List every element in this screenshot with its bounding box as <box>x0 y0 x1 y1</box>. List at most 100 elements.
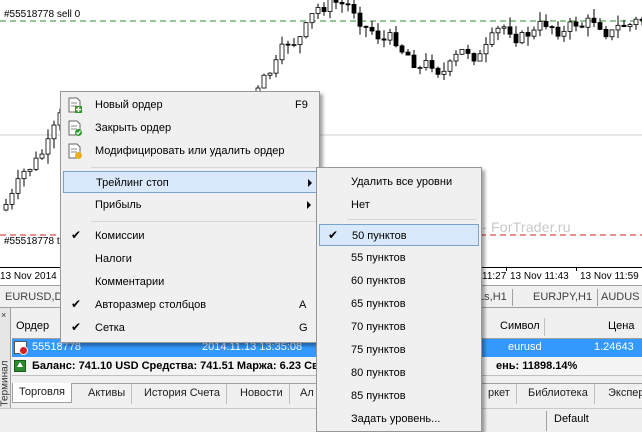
tab-assets[interactable]: Активы <box>82 384 133 404</box>
menu-item-close-order[interactable]: Закрыть ордер <box>63 117 317 139</box>
candle-body <box>27 168 33 172</box>
column-header-symbol[interactable]: Символ <box>500 320 540 332</box>
menu-item-new-order[interactable]: Новый ордер F9 <box>63 94 317 116</box>
menu-item-label: 55 пунктов <box>351 252 406 264</box>
candle-body <box>435 67 441 75</box>
tab-library[interactable]: Библиотека <box>522 384 595 404</box>
menu-item-label: 75 пунктов <box>351 344 406 356</box>
menu-item-label: 65 пунктов <box>351 298 406 310</box>
candle-body <box>633 18 639 26</box>
candle-body <box>615 24 621 31</box>
context-menu: Новый ордер F9 Закрыть ордер Модифициров… <box>60 91 320 343</box>
submenu-arrow-icon <box>307 201 311 209</box>
candle-body <box>51 124 57 140</box>
checkmark-icon: ✔ <box>71 228 82 242</box>
candle-body <box>279 43 285 61</box>
candle-body <box>345 3 351 6</box>
menu-item-label: Нет <box>351 199 370 211</box>
column-header-price[interactable]: Цена <box>608 320 634 332</box>
submenu-item-75[interactable]: 75 пунктов <box>319 339 479 361</box>
menu-item-profit[interactable]: Прибыль <box>63 194 317 216</box>
status-separator <box>546 411 547 431</box>
close-icon[interactable]: × <box>1 310 6 320</box>
chart-tab-eurjpy[interactable]: EURJPY,H1 <box>528 289 599 306</box>
candle-body <box>429 60 435 69</box>
submenu-item-delete-all[interactable]: Удалить все уровни <box>319 171 479 193</box>
menu-item-autosize-columns[interactable]: ✔ Авторазмер столбцов A <box>63 294 317 316</box>
candle-body <box>273 59 279 74</box>
menu-item-label: Удалить все уровни <box>351 176 453 188</box>
menu-item-commissions[interactable]: ✔ Комиссии <box>63 225 317 247</box>
menu-item-trailing-stop[interactable]: Трейлинг стоп <box>63 171 317 193</box>
checkmark-icon: ✔ <box>71 297 82 311</box>
candle-body <box>399 45 405 53</box>
menu-shortcut: F9 <box>295 99 308 111</box>
candle-body <box>315 7 321 14</box>
candle-body <box>453 53 459 62</box>
candle-body <box>3 203 9 211</box>
candle-body <box>45 138 51 155</box>
tab-market[interactable]: ркет <box>482 384 517 404</box>
menu-separator <box>91 221 317 222</box>
candle-body <box>9 192 15 205</box>
menu-item-label: Сетка <box>95 322 125 334</box>
tab-experts[interactable]: Экспер <box>602 384 642 404</box>
candle-body <box>267 72 273 76</box>
candle-body <box>291 44 297 46</box>
submenu-item-50[interactable]: ✔ 50 пунктов <box>319 224 479 246</box>
candle-body <box>39 153 45 159</box>
submenu-arrow-icon <box>308 179 312 187</box>
candle-body <box>387 32 393 41</box>
time-label: 11:27 <box>482 271 507 282</box>
submenu-item-none[interactable]: Нет <box>319 194 479 216</box>
menu-item-label: Трейлинг стоп <box>96 177 169 189</box>
checkmark-icon: ✔ <box>328 228 339 242</box>
candle-body <box>507 26 513 35</box>
candle-body <box>597 22 603 30</box>
menu-item-modify-order[interactable]: Модифицировать или удалить ордер <box>63 140 317 162</box>
candle-body <box>609 29 615 38</box>
menu-item-label: Задать уровень... <box>351 413 441 425</box>
candle-body <box>627 24 633 28</box>
submenu-item-65[interactable]: 65 пунктов <box>319 293 479 315</box>
column-header-order[interactable]: Ордер <box>16 320 49 332</box>
candle-body <box>285 43 291 46</box>
candle-body <box>351 4 357 14</box>
submenu-item-70[interactable]: 70 пунктов <box>319 316 479 338</box>
status-profile: Default <box>554 413 589 425</box>
candle-body <box>33 157 39 170</box>
candle-body <box>417 67 423 69</box>
candle-body <box>297 36 303 45</box>
menu-item-label: 70 пунктов <box>351 321 406 333</box>
submenu-item-85[interactable]: 85 пунктов <box>319 385 479 407</box>
candle-body <box>579 25 585 28</box>
submenu-item-60[interactable]: 60 пунктов <box>319 270 479 292</box>
menu-item-comments[interactable]: Комментарии <box>63 271 317 293</box>
column-separator[interactable] <box>544 318 545 336</box>
candle-body <box>567 21 573 32</box>
candle-body <box>327 0 333 12</box>
time-label: 13 Nov 11:59 <box>580 271 639 282</box>
menu-item-label: 85 пунктов <box>351 390 406 402</box>
chart-tab-audus[interactable]: AUDUS <box>596 289 642 306</box>
menu-item-taxes[interactable]: Налоги <box>63 248 317 270</box>
time-label: 13 Nov 2014 <box>0 271 57 282</box>
balance-icon <box>14 360 26 372</box>
tab-trade[interactable]: Торговля <box>12 383 72 403</box>
menu-item-grid[interactable]: ✔ Сетка G <box>63 317 317 339</box>
submenu-item-55[interactable]: 55 пунктов <box>319 247 479 269</box>
submenu-item-set-level[interactable]: Задать уровень... <box>319 408 479 430</box>
menu-separator <box>347 219 477 220</box>
candle-body <box>549 26 555 28</box>
tab-news[interactable]: Новости <box>234 384 290 404</box>
candle-body <box>321 7 327 12</box>
tab-account-history[interactable]: История Счета <box>138 384 228 404</box>
candle-body <box>375 30 381 40</box>
candle-body <box>303 22 309 38</box>
candle-body <box>519 32 525 44</box>
candle-body <box>471 53 477 62</box>
candle-body <box>393 32 399 47</box>
submenu-item-80[interactable]: 80 пунктов <box>319 362 479 384</box>
order-price: 1.24643 <box>594 341 634 353</box>
candle-body <box>537 20 543 31</box>
